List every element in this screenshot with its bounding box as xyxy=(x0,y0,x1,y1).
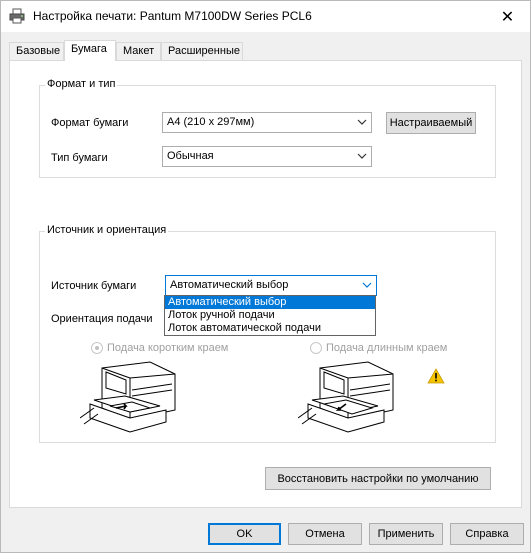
cancel-button[interactable]: Отмена xyxy=(288,523,362,545)
paper-source-dropdown-list: Автоматический выбор Лоток ручной подачи… xyxy=(164,295,376,336)
paper-size-label: Формат бумаги xyxy=(51,117,129,129)
paper-size-value: A4 (210 x 297мм) xyxy=(167,116,255,128)
printer-icon xyxy=(9,8,25,24)
print-settings-window: Настройка печати: Pantum M7100DW Series … xyxy=(0,0,531,553)
close-icon: ✕ xyxy=(500,8,515,26)
close-button[interactable]: ✕ xyxy=(485,1,530,32)
long-edge-radio-circle xyxy=(310,342,322,354)
dropdown-option-manual-tray[interactable]: Лоток ручной подачи xyxy=(165,309,375,322)
window-title: Настройка печати: Pantum M7100DW Series … xyxy=(33,9,312,23)
source-orientation-group: Источник и ориентация Источник бумаги Ав… xyxy=(39,224,496,443)
paper-type-label: Тип бумаги xyxy=(51,152,108,164)
title-bar[interactable]: Настройка печати: Pantum M7100DW Series … xyxy=(1,1,530,32)
short-edge-label: Подача коротким краем xyxy=(107,342,229,354)
chevron-down-icon xyxy=(357,119,367,125)
ok-button[interactable]: OK xyxy=(208,523,281,545)
paper-type-value: Обычная xyxy=(167,150,214,162)
short-edge-radio[interactable]: Подача коротким краем xyxy=(91,342,228,354)
help-button[interactable]: Справка xyxy=(450,523,524,545)
apply-button[interactable]: Применить xyxy=(369,523,443,545)
chevron-down-icon xyxy=(362,282,372,288)
long-edge-radio[interactable]: Подача длинным краем xyxy=(310,342,447,354)
warning-icon xyxy=(427,368,445,384)
paper-size-select[interactable]: A4 (210 x 297мм) xyxy=(162,112,372,133)
long-edge-feed-printer-image xyxy=(298,361,394,433)
paper-source-value: Автоматический выбор xyxy=(170,279,289,291)
short-edge-radio-circle xyxy=(91,342,103,354)
tab-paper[interactable]: Бумага xyxy=(64,40,116,61)
format-type-group: Формат и тип Формат бумаги A4 (210 x 297… xyxy=(39,78,496,178)
tab-layout[interactable]: Макет xyxy=(116,42,161,60)
tab-advanced[interactable]: Расширенные xyxy=(161,42,243,60)
restore-defaults-button[interactable]: Восстановить настройки по умолчанию xyxy=(265,467,491,490)
paper-tab-panel: Формат и тип Формат бумаги A4 (210 x 297… xyxy=(9,60,522,508)
feed-orientation-label: Ориентация подачи xyxy=(51,313,153,325)
short-edge-feed-printer-image xyxy=(80,361,176,433)
paper-source-select[interactable]: Автоматический выбор xyxy=(165,275,377,296)
dropdown-option-auto[interactable]: Автоматический выбор xyxy=(165,296,375,309)
tab-basic[interactable]: Базовые xyxy=(9,42,64,60)
paper-type-select[interactable]: Обычная xyxy=(162,146,372,167)
custom-size-button[interactable]: Настраиваемый xyxy=(386,112,476,134)
format-type-group-title: Формат и тип xyxy=(45,78,118,90)
source-orientation-group-title: Источник и ориентация xyxy=(45,224,169,236)
paper-source-label: Источник бумаги xyxy=(51,280,137,292)
dropdown-option-auto-tray[interactable]: Лоток автоматической подачи xyxy=(165,322,375,335)
chevron-down-icon xyxy=(357,153,367,159)
long-edge-label: Подача длинным краем xyxy=(326,342,448,354)
